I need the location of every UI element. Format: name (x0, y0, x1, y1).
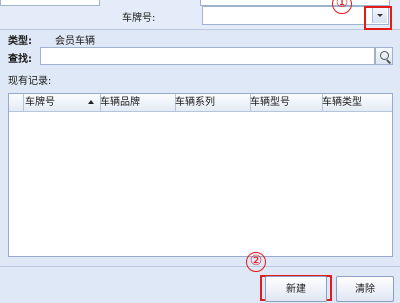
bottom-divider (0, 266, 400, 267)
records-label: 现有记录: (8, 76, 52, 87)
annotation-box-1 (364, 6, 392, 30)
type-label: 类型: (8, 36, 32, 47)
search-label: 查找: (8, 54, 32, 65)
grid-header: 车牌号 车辆品牌 车辆系列 车辆型号 车辆类型 (9, 94, 392, 112)
column-header-series[interactable]: 车辆系列 (173, 94, 251, 111)
clear-button[interactable]: 清除 (336, 276, 394, 302)
type-value: 会员车辆 (55, 36, 95, 47)
new-button[interactable]: 新建 (265, 276, 327, 302)
records-grid[interactable]: 车牌号 车辆品牌 车辆系列 车辆型号 车辆类型 (8, 93, 393, 257)
plate-number-select[interactable] (202, 6, 389, 25)
sort-ascending-icon (88, 100, 94, 104)
column-header-type[interactable]: 车辆类型 (320, 94, 394, 111)
column-header-plate[interactable]: 车牌号 (23, 94, 101, 111)
plate-number-label: 车牌号: (122, 13, 156, 24)
column-header-brand[interactable]: 车辆品牌 (98, 94, 176, 111)
row-indicator-header (9, 94, 24, 111)
column-header-model[interactable]: 车辆型号 (248, 94, 323, 111)
search-input[interactable] (40, 47, 375, 65)
annotation-marker-2: ② (246, 252, 266, 272)
search-button[interactable] (375, 47, 393, 65)
top-field-left[interactable] (0, 0, 100, 6)
